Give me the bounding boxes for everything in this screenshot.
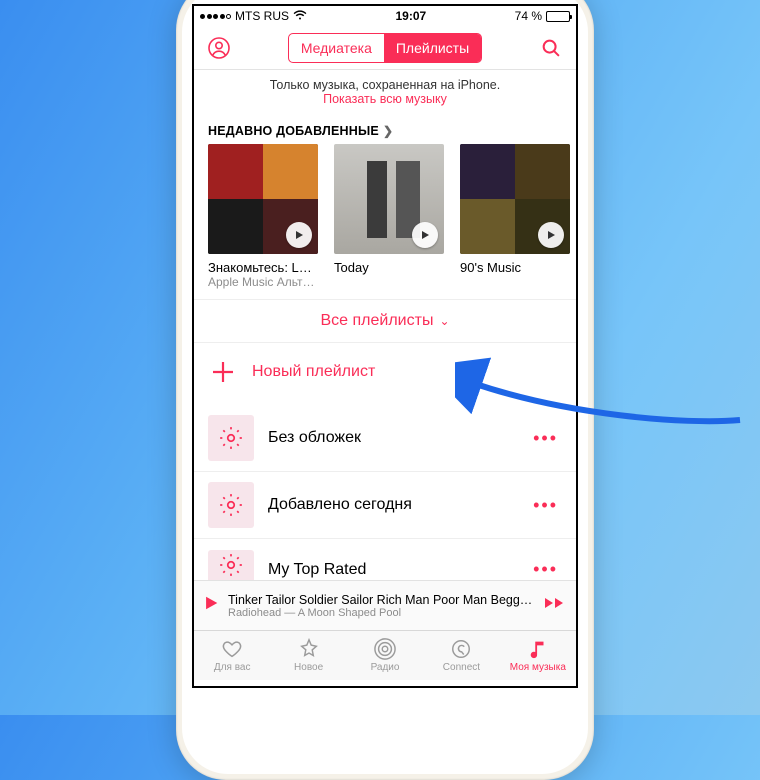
tab-my-music[interactable]: Моя музыка — [500, 631, 576, 680]
now-playing-subtitle: Radiohead — A Moon Shaped Pool — [228, 607, 534, 619]
profile-icon[interactable] — [206, 35, 232, 61]
album-art — [460, 144, 570, 254]
segment-playlists[interactable]: Плейлисты — [384, 34, 481, 62]
new-playlist-button[interactable]: Новый плейлист — [194, 342, 576, 405]
album-title: Today — [334, 260, 444, 275]
playlist-label: My Top Rated — [268, 551, 515, 579]
show-all-music-link[interactable]: Показать всю музыку — [204, 92, 566, 106]
battery-icon — [546, 11, 570, 22]
new-playlist-label: Новый плейлист — [252, 363, 375, 381]
screen: MTS RUS 19:07 74 % Медиатека Плейлисты — [192, 4, 578, 688]
play-icon[interactable] — [204, 596, 218, 615]
tab-label: Радио — [371, 662, 400, 673]
recently-added-label: НЕДАВНО ДОБАВЛЕННЫЕ — [208, 124, 379, 138]
playlist-row[interactable]: Добавлено сегодня ••• — [194, 471, 576, 538]
album-card[interactable]: 90's Music — [460, 144, 570, 289]
filter-label: Все плейлисты — [320, 312, 433, 330]
chevron-right-icon: ❯ — [383, 124, 393, 138]
album-art — [208, 144, 318, 254]
tab-label: Моя музыка — [510, 662, 566, 673]
segment-library[interactable]: Медиатека — [289, 34, 384, 62]
tab-label: Новое — [294, 662, 323, 673]
signal-dots-icon — [200, 14, 231, 19]
plus-icon — [208, 357, 238, 387]
search-icon[interactable] — [538, 35, 564, 61]
playlist-row[interactable]: My Top Rated ••• — [194, 538, 576, 580]
tab-label: Connect — [443, 662, 480, 673]
info-banner: Только музыка, сохраненная на iPhone. По… — [194, 70, 576, 116]
play-icon[interactable] — [286, 222, 312, 248]
iphone-frame: MTS RUS 19:07 74 % Медиатека Плейлисты — [176, 0, 594, 780]
playlist-row[interactable]: Без обложек ••• — [194, 405, 576, 471]
gear-icon — [208, 550, 254, 580]
banner-text: Только музыка, сохраненная на iPhone. — [204, 78, 566, 92]
wifi-icon — [293, 9, 307, 23]
battery-percent: 74 % — [515, 9, 542, 23]
playlist-label: Добавлено сегодня — [268, 496, 515, 514]
tab-connect[interactable]: Connect — [423, 631, 499, 680]
play-icon[interactable] — [538, 222, 564, 248]
album-card[interactable]: Знакомьтесь: Lush Apple Music Альт… — [208, 144, 318, 289]
more-icon[interactable]: ••• — [529, 428, 562, 449]
forward-icon[interactable] — [544, 596, 566, 615]
tab-for-you[interactable]: Для вас — [194, 631, 270, 680]
tab-bar: Для вас Новое Радио Connect Моя музыка — [194, 630, 576, 680]
play-icon[interactable] — [412, 222, 438, 248]
album-art — [334, 144, 444, 254]
album-title: Знакомьтесь: Lush — [208, 260, 318, 275]
now-playing-title: Tinker Tailor Soldier Sailor Rich Man Po… — [228, 593, 534, 607]
playlist-label: Без обложек — [268, 429, 515, 447]
now-playing-bar[interactable]: Tinker Tailor Soldier Sailor Rich Man Po… — [194, 580, 576, 630]
iphone-inner-frame: MTS RUS 19:07 74 % Медиатека Плейлисты — [182, 0, 588, 774]
playlist-filter[interactable]: Все плейлисты ⌄ — [194, 299, 576, 342]
recently-added-row[interactable]: Знакомьтесь: Lush Apple Music Альт… Toda… — [194, 144, 576, 299]
tab-label: Для вас — [214, 662, 251, 673]
album-title: 90's Music — [460, 260, 570, 275]
album-card[interactable]: Today — [334, 144, 444, 289]
album-subtitle: Apple Music Альт… — [208, 275, 318, 289]
status-bar: MTS RUS 19:07 74 % — [194, 6, 576, 26]
tab-new[interactable]: Новое — [270, 631, 346, 680]
gear-icon — [208, 415, 254, 461]
more-icon[interactable]: ••• — [529, 549, 562, 580]
segmented-control: Медиатека Плейлисты — [288, 33, 482, 63]
clock: 19:07 — [395, 9, 426, 23]
tab-radio[interactable]: Радио — [347, 631, 423, 680]
recently-added-header[interactable]: НЕДАВНО ДОБАВЛЕННЫЕ ❯ — [194, 116, 576, 144]
carrier-label: MTS RUS — [235, 9, 289, 23]
nav-header: Медиатека Плейлисты — [194, 26, 576, 70]
more-icon[interactable]: ••• — [529, 495, 562, 516]
chevron-down-icon: ⌄ — [439, 314, 449, 328]
gear-icon — [208, 482, 254, 528]
